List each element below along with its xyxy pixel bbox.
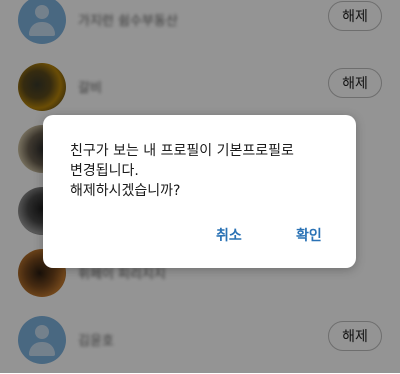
cancel-button[interactable]: 취소	[216, 225, 242, 245]
dialog-message-line: 친구가 보는 내 프로필이 기본프로필로	[70, 143, 294, 159]
dialog-message: 친구가 보는 내 프로필이 기본프로필로 변경됩니다. 해제하시겠습니까?	[70, 141, 340, 201]
dialog-message-line: 변경됩니다.	[70, 163, 139, 179]
confirm-button[interactable]: 확인	[296, 225, 322, 245]
dialog-message-line: 해제하시겠습니까?	[70, 183, 181, 199]
confirm-dialog: 친구가 보는 내 프로필이 기본프로필로 변경됩니다. 해제하시겠습니까? 취소…	[43, 115, 356, 268]
